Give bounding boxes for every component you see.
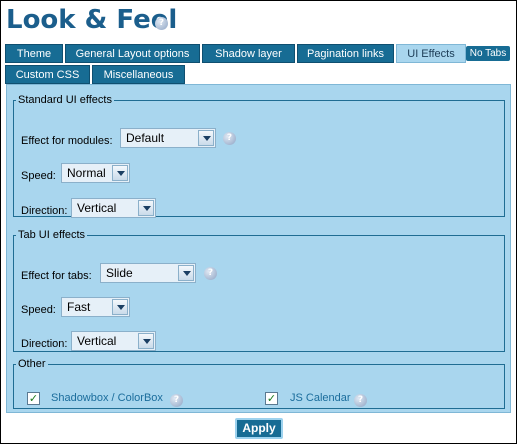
standard-ui-effects-group: Standard UI effects Effect for modules: … (13, 94, 505, 218)
tab-pagination-links[interactable]: Pagination links (297, 44, 394, 63)
standard-ui-effects-legend: Standard UI effects (18, 94, 112, 106)
chevron-down-icon[interactable] (112, 299, 128, 315)
shadowbox-label[interactable]: Shadowbox / ColorBox (51, 392, 163, 404)
tab-theme[interactable]: Theme (5, 44, 63, 63)
direction-value: Vertical (77, 201, 117, 215)
help-icon[interactable]: ? (354, 394, 367, 407)
tab-panel: Standard UI effects Effect for modules: … (6, 84, 511, 413)
help-icon[interactable]: ? (155, 17, 168, 30)
shadowbox-checkbox[interactable]: ✓ (27, 392, 40, 405)
effect-for-tabs-value: Slide (106, 266, 133, 280)
js-calendar-label[interactable]: JS Calendar (290, 392, 351, 404)
direction-value: Vertical (77, 334, 117, 348)
effect-for-modules-value: Default (126, 131, 165, 145)
speed-select[interactable]: Normal (61, 163, 130, 183)
direction-select[interactable]: Vertical (71, 198, 156, 218)
speed-label: Speed: (21, 170, 56, 182)
tab-custom-css[interactable]: Custom CSS (5, 65, 90, 84)
help-icon[interactable]: ? (223, 132, 236, 145)
effect-for-modules-select[interactable]: Default (120, 128, 216, 148)
no-tabs-button[interactable]: No Tabs (466, 46, 510, 61)
chevron-down-icon[interactable] (138, 200, 154, 216)
effect-for-tabs-select[interactable]: Slide (100, 263, 196, 283)
js-calendar-checkbox[interactable]: ✓ (265, 392, 278, 405)
speed-select[interactable]: Fast (61, 297, 130, 317)
chevron-down-icon[interactable] (198, 130, 214, 146)
help-icon[interactable]: ? (204, 267, 217, 280)
tab-miscellaneous[interactable]: Miscellaneous (92, 65, 185, 84)
apply-button[interactable]: Apply (235, 418, 283, 439)
page-title-text: Look & Feel (6, 5, 178, 35)
direction-label: Direction: (21, 338, 68, 350)
chevron-down-icon[interactable] (112, 165, 128, 181)
tab-general-layout-options[interactable]: General Layout options (65, 44, 200, 63)
chevron-down-icon[interactable] (138, 333, 154, 349)
other-legend: Other (18, 358, 46, 370)
direction-select[interactable]: Vertical (71, 331, 156, 351)
page-title: Look & Feel ? (6, 5, 177, 35)
speed-value: Normal (67, 166, 106, 180)
direction-label: Direction: (21, 205, 68, 217)
tab-ui-effects-legend: Tab UI effects (18, 229, 86, 241)
tab-shadow-layer[interactable]: Shadow layer (202, 44, 295, 63)
effect-for-modules-label: Effect for modules: (21, 135, 113, 147)
window-frame: Look & Feel ? Theme General Layout optio… (0, 0, 517, 444)
chevron-down-icon[interactable] (178, 265, 194, 281)
tab-ui-effects-group: Tab UI effects Effect for tabs: Slide ? … (13, 229, 505, 352)
effect-for-tabs-label: Effect for tabs: (21, 270, 92, 282)
other-group: Other ✓ Shadowbox / ColorBox ? ✓ JS Cale… (13, 358, 505, 409)
tab-ui-effects[interactable]: UI Effects (396, 44, 466, 63)
help-icon[interactable]: ? (170, 394, 183, 407)
speed-value: Fast (67, 300, 91, 314)
speed-label: Speed: (21, 304, 56, 316)
